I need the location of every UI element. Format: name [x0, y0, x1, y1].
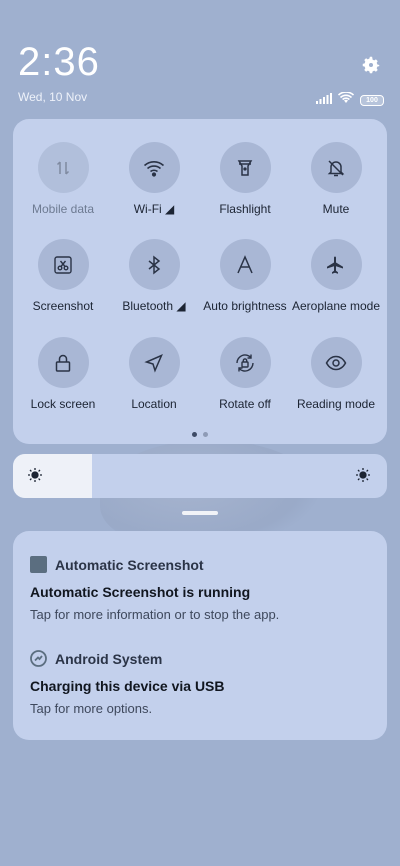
flashlight-icon: [219, 142, 271, 193]
eye-icon: [310, 337, 362, 388]
status-header: 2:36 Wed, 10 Nov: [18, 40, 100, 104]
notification-app-row: Android System: [30, 650, 370, 667]
automatic-screenshot-app-icon: [30, 556, 47, 573]
notification-title: Automatic Screenshot is running: [30, 584, 251, 600]
signal-icon: [316, 91, 332, 109]
brightness-slider[interactable]: [13, 454, 387, 498]
tile-label: Rotate off: [219, 397, 271, 411]
tile-label: Reading mode: [296, 397, 376, 411]
tile-label: Aeroplane mode: [291, 299, 381, 313]
clock[interactable]: 2:36: [18, 40, 100, 84]
tile-label: Mute: [322, 202, 350, 216]
brightness-high-icon: [355, 467, 373, 485]
tile-rotate-off[interactable]: Rotate off: [199, 337, 291, 411]
tile-mobile-data[interactable]: Mobile data: [17, 142, 109, 216]
tile-label: Wi-Fi ◢: [133, 202, 175, 216]
tile-lock-screen[interactable]: Lock screen: [17, 337, 109, 411]
quick-settings-panel: Mobile data Wi-Fi ◢ Flashlight Mute Scre…: [13, 119, 387, 444]
android-system-icon: [30, 650, 47, 667]
tile-label: Mobile data: [31, 202, 95, 216]
battery-icon: 100: [360, 94, 384, 106]
auto-brightness-icon: [219, 239, 271, 290]
page-indicator: [13, 432, 387, 437]
tile-wifi[interactable]: Wi-Fi ◢: [108, 142, 200, 216]
tile-label: Location: [131, 397, 177, 411]
system-status-icons: 100: [316, 91, 384, 109]
bluetooth-icon: [128, 239, 180, 290]
notification-body: Tap for more options.: [30, 701, 153, 716]
lock-icon: [37, 337, 89, 388]
location-icon: [128, 337, 180, 388]
tile-auto-brightness[interactable]: Auto brightness: [199, 239, 291, 313]
notification-app-row: Automatic Screenshot: [30, 556, 370, 573]
tile-label: Auto brightness: [203, 299, 287, 313]
page-dot-1[interactable]: [192, 432, 197, 437]
tile-flashlight[interactable]: Flashlight: [199, 142, 291, 216]
notification-body: Tap for more information or to stop the …: [30, 607, 280, 622]
notification-title: Charging this device via USB: [30, 678, 225, 694]
tile-location[interactable]: Location: [108, 337, 200, 411]
wifi-icon: [128, 142, 180, 193]
mobile-data-icon: [37, 142, 89, 193]
tile-aeroplane-mode[interactable]: Aeroplane mode: [290, 239, 382, 313]
drag-handle[interactable]: [182, 511, 218, 515]
mute-bell-icon: [310, 142, 362, 193]
notification-panel: Automatic Screenshot Automatic Screensho…: [13, 531, 387, 740]
tile-label: Lock screen: [30, 397, 96, 411]
brightness-fill: [13, 454, 92, 498]
brightness-low-icon: [27, 467, 45, 485]
tile-reading-mode[interactable]: Reading mode: [290, 337, 382, 411]
tile-label: Screenshot: [32, 299, 94, 313]
page-dot-2[interactable]: [203, 432, 208, 437]
screenshot-icon: [37, 239, 89, 290]
tile-mute[interactable]: Mute: [290, 142, 382, 216]
aeroplane-icon: [310, 239, 362, 290]
tile-label: Flashlight: [219, 202, 271, 216]
rotate-lock-icon: [219, 337, 271, 388]
wifi-status-icon: [337, 91, 355, 109]
tile-bluetooth[interactable]: Bluetooth ◢: [108, 239, 200, 313]
tile-screenshot[interactable]: Screenshot: [17, 239, 109, 313]
notification-item[interactable]: Automatic Screenshot Automatic Screensho…: [30, 556, 370, 622]
settings-gear-icon[interactable]: [360, 54, 382, 76]
notification-item[interactable]: Android System Charging this device via …: [30, 650, 370, 716]
notification-app-name: Automatic Screenshot: [55, 556, 204, 573]
notification-app-name: Android System: [55, 650, 163, 667]
date[interactable]: Wed, 10 Nov: [18, 90, 100, 104]
tile-label: Bluetooth ◢: [122, 299, 186, 313]
